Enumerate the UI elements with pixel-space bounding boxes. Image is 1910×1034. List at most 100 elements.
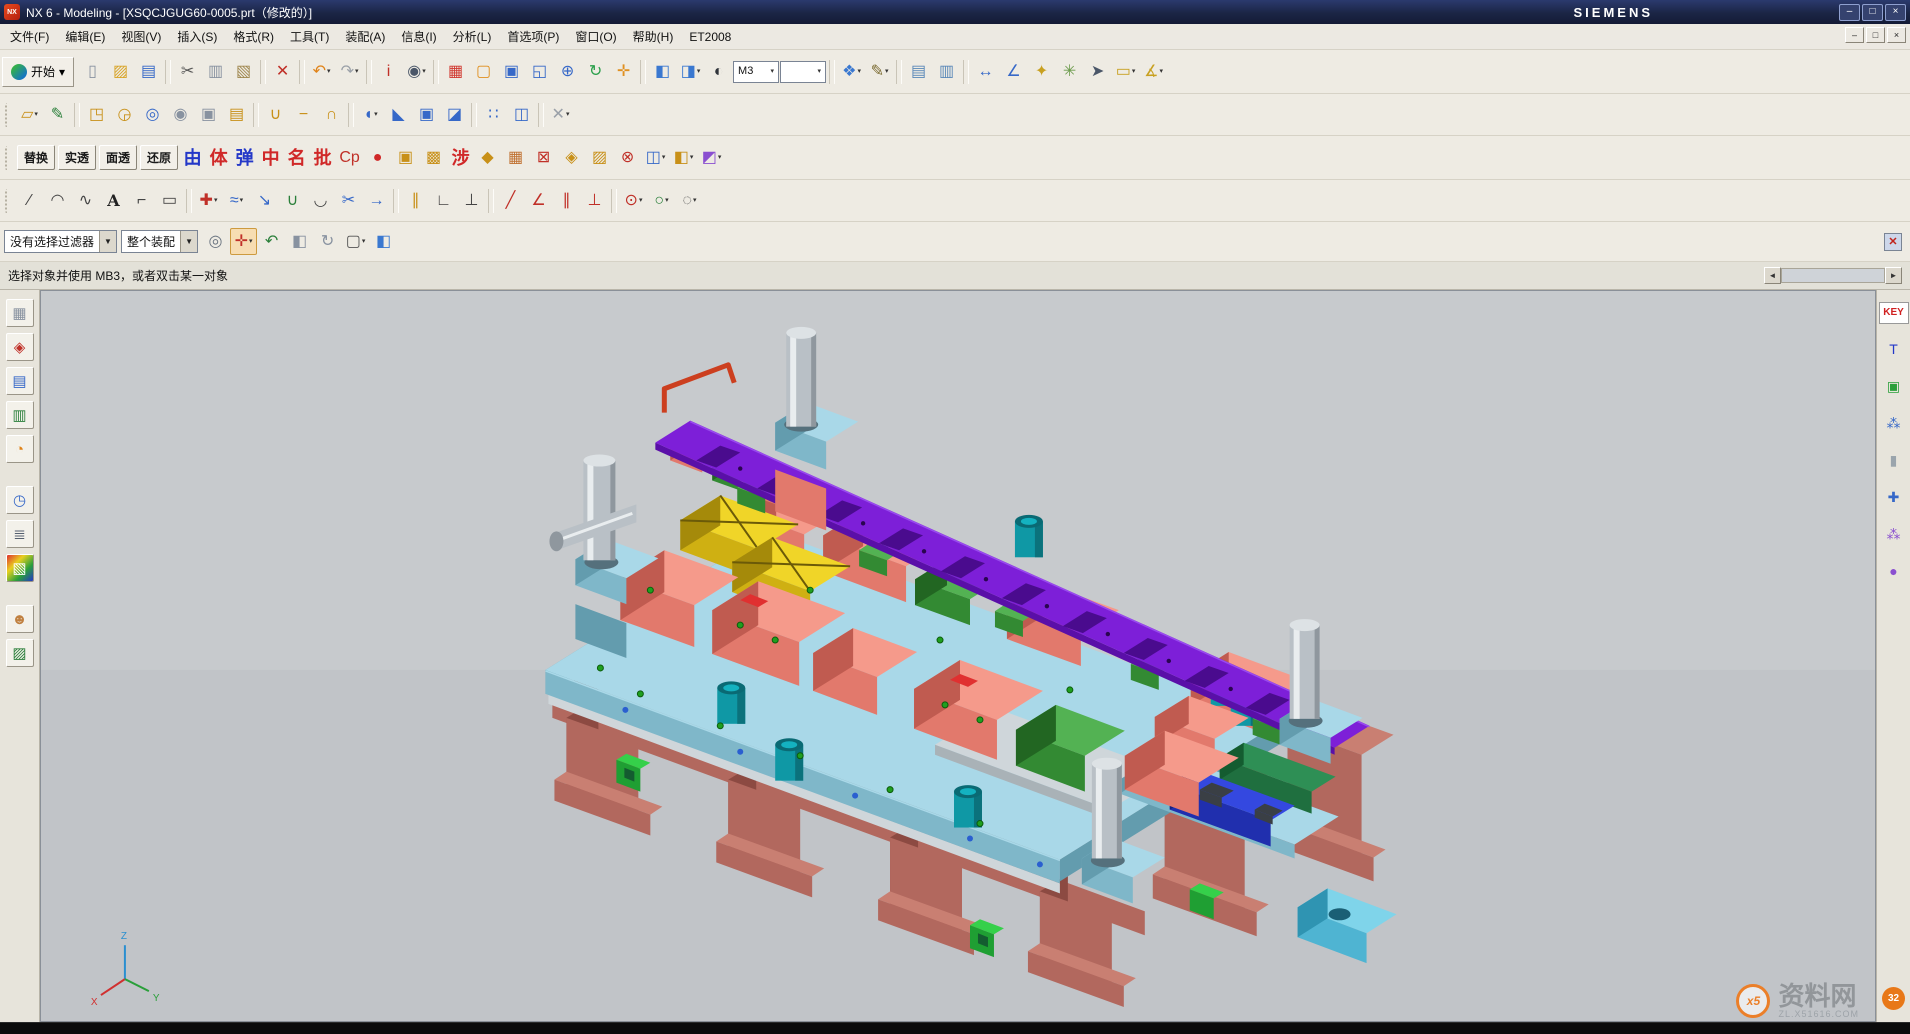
part-navigator-tab[interactable]: ▤ xyxy=(6,367,34,395)
parallel-line-button[interactable]: ∥ xyxy=(553,187,580,214)
window-maximize-button[interactable]: □ xyxy=(1862,4,1883,21)
circle-center-button[interactable]: ⊙▾ xyxy=(620,187,647,214)
check-button[interactable]: ⊠ xyxy=(530,144,557,171)
datum-plane-button[interactable]: ▱▾ xyxy=(16,101,43,128)
menu-edit[interactable]: 编辑(E) xyxy=(57,26,113,48)
edit-mold-button[interactable]: ▦ xyxy=(502,144,529,171)
operation-navigator-tab[interactable]: ▥ xyxy=(6,401,34,429)
perpendicular-line-button[interactable]: ⊥ xyxy=(581,187,608,214)
menu-tools[interactable]: 工具(T) xyxy=(282,26,337,48)
zoom-box-button[interactable]: ◱ xyxy=(526,58,553,85)
key-macro-button[interactable]: KEY xyxy=(1879,302,1909,324)
key-macro-icon[interactable]: ✦ xyxy=(1028,58,1055,85)
redo-button[interactable]: ↷▾ xyxy=(336,58,363,85)
menu-assemblies[interactable]: 装配(A) xyxy=(337,26,393,48)
ellipse-button[interactable]: ◌▾ xyxy=(676,187,703,214)
history-tab[interactable]: ◷ xyxy=(6,486,34,514)
macro-zhong-button[interactable]: 中 xyxy=(258,144,283,171)
new-file-button[interactable]: ▯ xyxy=(79,58,106,85)
mdi-minimize-button[interactable]: – xyxy=(1845,27,1864,43)
assembly-seq-button[interactable]: ◩▾ xyxy=(698,144,725,171)
trim-curve-button[interactable]: ✂ xyxy=(335,187,362,214)
pattern-feature-button[interactable]: ∷ xyxy=(480,101,507,128)
macro-ti-button[interactable]: 体 xyxy=(206,144,231,171)
view-combo[interactable]: M3▾ xyxy=(733,61,779,83)
save-button[interactable]: ▤ xyxy=(135,58,162,85)
face-transparent-button[interactable]: 面透 xyxy=(99,145,137,170)
mirror-feature-button[interactable]: ◫ xyxy=(508,101,535,128)
text-button[interactable]: A xyxy=(100,187,127,214)
command-finder-button[interactable]: i xyxy=(375,58,402,85)
rectangle-button[interactable]: ▭ xyxy=(156,187,183,214)
refresh-button[interactable]: ↻ xyxy=(582,58,609,85)
trim-body-button[interactable]: ◪ xyxy=(441,101,468,128)
dropdown-arrow-icon[interactable]: ▼ xyxy=(180,231,197,252)
corner-button[interactable]: ∟ xyxy=(430,187,457,214)
macro-you-button[interactable]: 由 xyxy=(180,144,205,171)
cylinder-tool-button[interactable]: ▮ xyxy=(1881,447,1906,472)
fillet-button[interactable]: ◡ xyxy=(307,187,334,214)
tool-redx-button[interactable]: ⊗ xyxy=(614,144,641,171)
angle-line-button[interactable]: ∠ xyxy=(525,187,552,214)
edit-object-display-button[interactable]: ✎▾ xyxy=(866,58,893,85)
menu-help[interactable]: 帮助(H) xyxy=(625,26,682,48)
bridge-curve-button[interactable]: ∪ xyxy=(279,187,306,214)
measure-angle-button[interactable]: ∠ xyxy=(1000,58,1027,85)
rendering-style-button[interactable]: ◨▾ xyxy=(677,58,704,85)
window-layout-button[interactable]: ▦ xyxy=(442,58,469,85)
snap-point-toggle[interactable]: ✛▾ xyxy=(230,228,257,255)
paste-button[interactable]: ▧ xyxy=(230,58,257,85)
system-materials-tab[interactable]: ≣ xyxy=(6,520,34,548)
quick-trim-button[interactable]: ∥ xyxy=(402,187,429,214)
revolve-button[interactable]: ◶ xyxy=(111,101,138,128)
wave-link-button[interactable]: ◆ xyxy=(474,144,501,171)
shaded-display-button[interactable]: ◧ xyxy=(649,58,676,85)
circle-3pt-button[interactable]: ○▾ xyxy=(648,187,675,214)
menu-window[interactable]: 窗口(O) xyxy=(567,26,624,48)
toolbar-close-button[interactable]: ✕ xyxy=(1884,233,1902,251)
menu-insert[interactable]: 插入(S) xyxy=(169,26,225,48)
subtract-button[interactable]: − xyxy=(290,101,317,128)
scroll-right-button[interactable]: ► xyxy=(1885,267,1902,284)
cut-button[interactable]: ✂ xyxy=(174,58,201,85)
hole-button[interactable]: ◎ xyxy=(139,101,166,128)
delete-button[interactable]: ✕ xyxy=(269,58,296,85)
green-stack-button[interactable]: ▣ xyxy=(1881,373,1906,398)
intersect-button[interactable]: ∩ xyxy=(318,101,345,128)
molecule-tool-button[interactable]: ⁂ xyxy=(1881,521,1906,546)
ruler-button[interactable]: ▭▾ xyxy=(1112,58,1139,85)
extend-curve-button[interactable]: → xyxy=(363,187,390,214)
extrude-button[interactable]: ◳ xyxy=(83,101,110,128)
pad-button[interactable]: ▤ xyxy=(223,101,250,128)
window-minimize-button[interactable]: – xyxy=(1839,4,1860,21)
line-button[interactable]: ∕ xyxy=(16,187,43,214)
window-close-button[interactable]: × xyxy=(1885,4,1906,21)
replace-button[interactable]: 替换 xyxy=(17,145,55,170)
boss-button[interactable]: ◉ xyxy=(167,101,194,128)
scroll-left-button[interactable]: ◄ xyxy=(1764,267,1781,284)
chamfer-button[interactable]: ◣ xyxy=(385,101,412,128)
show-shaded-button[interactable]: ◧ xyxy=(370,228,397,255)
star-button[interactable]: ✳ xyxy=(1056,58,1083,85)
menu-file[interactable]: 文件(F) xyxy=(2,26,57,48)
mdi-close-button[interactable]: × xyxy=(1887,27,1906,43)
palette-tab[interactable]: ▧ xyxy=(6,554,34,582)
point-button[interactable]: ✚▾ xyxy=(195,187,222,214)
mdi-restore-button[interactable]: □ xyxy=(1866,27,1885,43)
selection-preferences-icon[interactable]: ◎ xyxy=(202,228,229,255)
solid-transparent-button[interactable]: 实透 xyxy=(58,145,96,170)
offset-curve-button[interactable]: ≈▾ xyxy=(223,187,250,214)
tool-gold2-button[interactable]: ▨ xyxy=(586,144,613,171)
open-file-button[interactable]: ▨ xyxy=(107,58,134,85)
menu-analysis[interactable]: 分析(L) xyxy=(445,26,500,48)
undo-selection-button[interactable]: ↶ xyxy=(258,228,285,255)
macro-ming-button[interactable]: 名 xyxy=(284,144,309,171)
spline-button[interactable]: ∿ xyxy=(72,187,99,214)
cascade-window-button[interactable]: ▢ xyxy=(470,58,497,85)
macro-she-button[interactable]: 涉 xyxy=(448,144,473,171)
mold-cavity-button[interactable]: ▩ xyxy=(420,144,447,171)
select-arrow-button[interactable]: ➤ xyxy=(1084,58,1111,85)
line-2pt-button[interactable]: ╱ xyxy=(497,187,524,214)
protractor-button[interactable]: ∡▾ xyxy=(1140,58,1167,85)
graphics-window[interactable]: Z X Y x5 资料网 ZL.X51616.COM xyxy=(40,290,1876,1022)
